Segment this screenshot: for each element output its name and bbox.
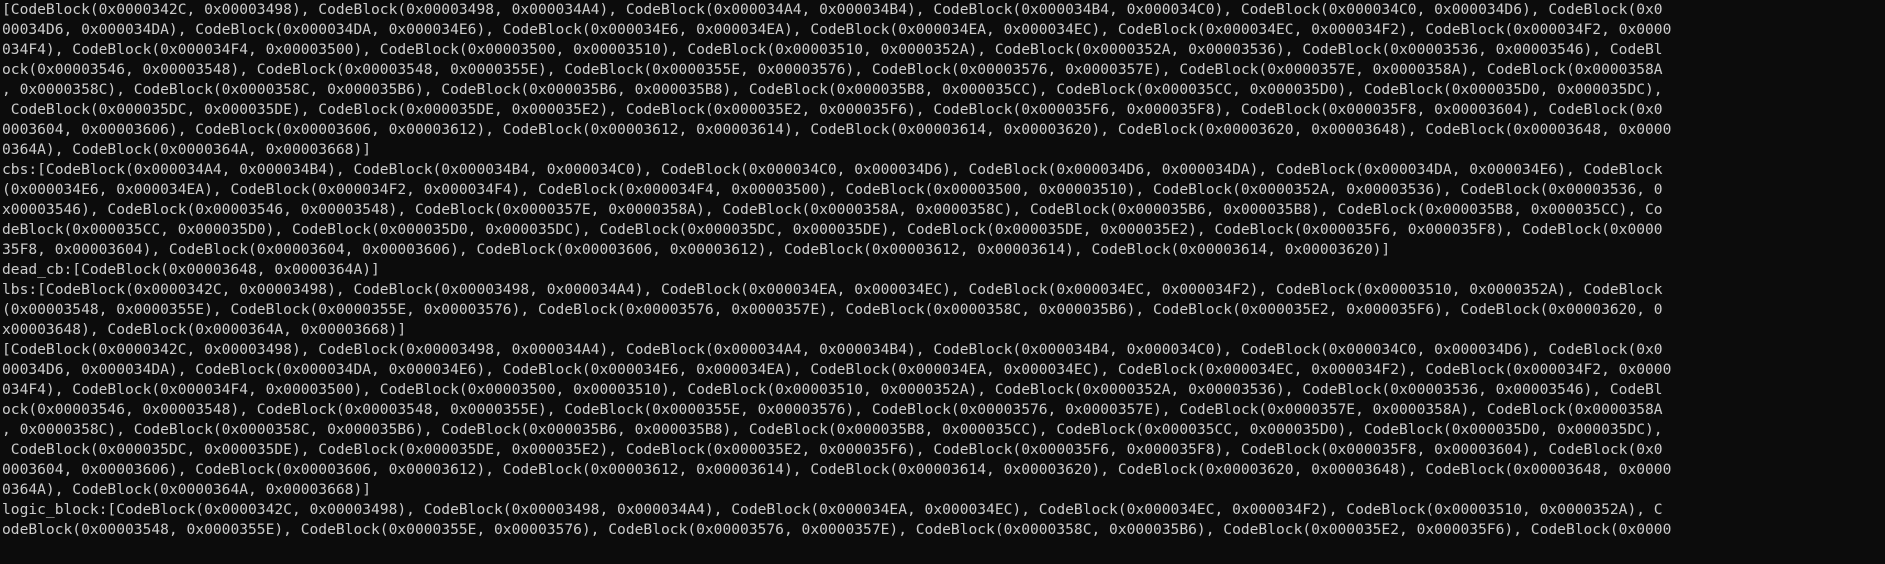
console-line: logic_block:[CodeBlock(0x0000342C, 0x000… bbox=[2, 501, 1663, 518]
console-line: (0x00003548, 0x0000355E), CodeBlock(0x00… bbox=[2, 301, 1663, 318]
console-line: 00034D6, 0x000034DA), CodeBlock(0x000034… bbox=[2, 361, 1672, 378]
console-line: deBlock(0x000035CC, 0x000035D0), CodeBlo… bbox=[2, 221, 1663, 238]
console-line: 0364A), CodeBlock(0x0000364A, 0x00003668… bbox=[2, 481, 372, 498]
console-line: 35F8, 0x00003604), CodeBlock(0x00003604,… bbox=[2, 241, 1391, 258]
console-line: [CodeBlock(0x0000342C, 0x00003498), Code… bbox=[2, 1, 1663, 18]
console-line: , 0x0000358C), CodeBlock(0x0000358C, 0x0… bbox=[2, 81, 1663, 98]
console-line: dead_cb:[CodeBlock(0x00003648, 0x0000364… bbox=[2, 261, 380, 278]
console-line: , 0x0000358C), CodeBlock(0x0000358C, 0x0… bbox=[2, 421, 1663, 438]
console-line: 034F4), CodeBlock(0x000034F4, 0x00003500… bbox=[2, 381, 1663, 398]
console-line: odeBlock(0x00003548, 0x0000355E), CodeBl… bbox=[2, 521, 1672, 538]
console-line: cbs:[CodeBlock(0x000034A4, 0x000034B4), … bbox=[2, 161, 1663, 178]
console-line: 0364A), CodeBlock(0x0000364A, 0x00003668… bbox=[2, 141, 372, 158]
console-line: x00003546), CodeBlock(0x00003546, 0x0000… bbox=[2, 201, 1663, 218]
console-line: (0x000034E6, 0x000034EA), CodeBlock(0x00… bbox=[2, 181, 1663, 198]
console-line: ock(0x00003546, 0x00003548), CodeBlock(0… bbox=[2, 61, 1663, 78]
console-output[interactable]: [CodeBlock(0x0000342C, 0x00003498), Code… bbox=[0, 0, 1885, 564]
console-line: 034F4), CodeBlock(0x000034F4, 0x00003500… bbox=[2, 41, 1663, 58]
console-line: 00034D6, 0x000034DA), CodeBlock(0x000034… bbox=[2, 21, 1672, 38]
console-line: x00003648), CodeBlock(0x0000364A, 0x0000… bbox=[2, 321, 407, 338]
console-line: 0003604, 0x00003606), CodeBlock(0x000036… bbox=[2, 461, 1672, 478]
console-line: ock(0x00003546, 0x00003548), CodeBlock(0… bbox=[2, 401, 1663, 418]
console-line: CodeBlock(0x000035DC, 0x000035DE), CodeB… bbox=[2, 441, 1663, 458]
console-line: 0003604, 0x00003606), CodeBlock(0x000036… bbox=[2, 121, 1672, 138]
console-line: lbs:[CodeBlock(0x0000342C, 0x00003498), … bbox=[2, 281, 1663, 298]
console-line: CodeBlock(0x000035DC, 0x000035DE), CodeB… bbox=[2, 101, 1663, 118]
console-line: [CodeBlock(0x0000342C, 0x00003498), Code… bbox=[2, 341, 1663, 358]
